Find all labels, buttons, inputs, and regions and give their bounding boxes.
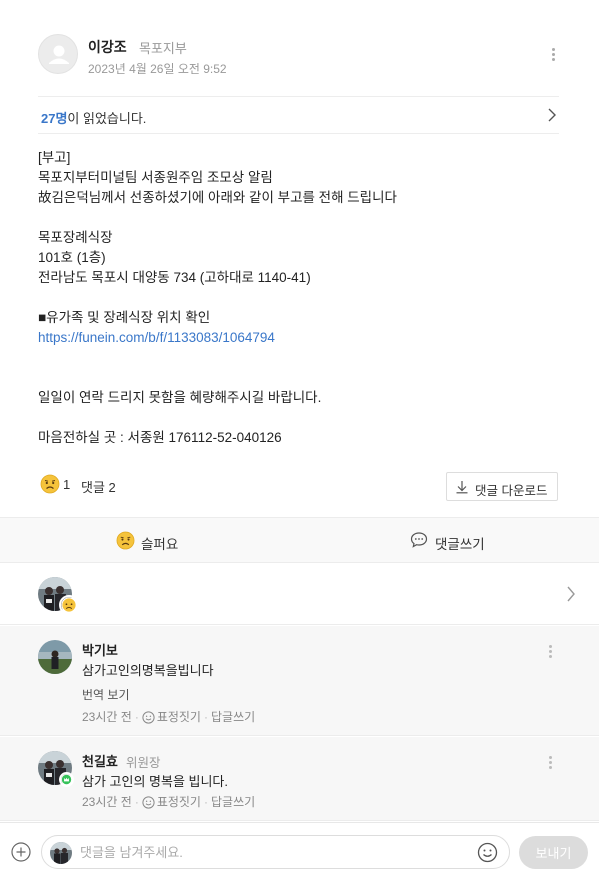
body-line: 마음전하실 곳 : 서종원 176112-52-040126 xyxy=(38,430,282,445)
comment-meta: 23시간 전 · 표정짓기 · 답글쓰기 xyxy=(82,710,256,724)
write-comment-label: 댓글쓰기 xyxy=(435,537,485,552)
send-button[interactable]: 보내기 xyxy=(519,836,588,869)
read-status-row[interactable]: 27명이 읽었습니다. xyxy=(38,96,559,134)
comment-more-button[interactable] xyxy=(546,753,556,771)
action-bar: 슬퍼요 댓글쓰기 xyxy=(0,517,599,563)
read-suffix: 이 읽었습니다. xyxy=(67,111,147,126)
author-name[interactable]: 이강조 xyxy=(88,37,127,57)
more-icon xyxy=(549,645,552,648)
comment-input-bar: 보내기 xyxy=(0,822,599,878)
comment-download-button[interactable]: 댓글 다운로드 xyxy=(446,472,558,501)
author-avatar[interactable] xyxy=(38,34,78,74)
commenter-name[interactable]: 천길효 xyxy=(82,751,118,770)
reaction-summary-row: 1 댓글 2 댓글 다운로드 xyxy=(38,472,559,502)
comment-meta: 23시간 전 · 표정짓기 · 답글쓰기 xyxy=(82,795,256,809)
post-body: [부고] 목포지부터미널팀 서종원주임 조모상 알림 故김은덕님께서 선종하셨기… xyxy=(38,148,559,448)
sad-emoji-icon xyxy=(116,531,135,550)
body-line xyxy=(38,368,559,388)
comment-time: 23시간 전 xyxy=(82,710,132,724)
body-line: 전라남도 목포시 대양동 734 (고하대로 1140-41) xyxy=(38,270,311,285)
sad-label: 슬퍼요 xyxy=(141,537,179,552)
body-line: 101호 (1층) xyxy=(38,250,106,265)
user-placeholder-icon xyxy=(49,45,69,64)
download-icon xyxy=(456,481,468,494)
chevron-right-icon xyxy=(548,108,556,122)
emotion-count[interactable]: 1 xyxy=(63,477,70,492)
sad-emoji-icon xyxy=(59,595,79,615)
comment-item: 천길효 위원장 삼가 고인의 명복을 빕니다. 23시간 전 · 표정짓기 · 답글쓰기 xyxy=(0,737,599,821)
react-comment-button[interactable]: 표정짓기 xyxy=(142,710,201,724)
more-icon xyxy=(549,756,552,759)
body-line: [부고] xyxy=(38,150,71,165)
comment-input-wrapper xyxy=(41,835,510,869)
my-avatar xyxy=(50,842,72,864)
body-line xyxy=(38,208,559,228)
commenter-name[interactable]: 박기보 xyxy=(82,640,118,659)
body-line xyxy=(38,408,559,428)
body-line: 목포장례식장 xyxy=(38,230,113,245)
plus-icon[interactable] xyxy=(11,842,31,862)
body-line: ■유가족 및 장례식장 위치 확인 xyxy=(38,310,211,325)
smile-icon xyxy=(142,796,155,809)
post-date: 2023년 4월 26일 오전 9:52 xyxy=(88,62,227,76)
comment-text: 삼가고인의명복을빕니다 xyxy=(82,663,214,678)
download-label: 댓글 다운로드 xyxy=(475,484,548,498)
read-count: 27명 xyxy=(41,111,68,126)
chevron-right-icon xyxy=(567,586,575,602)
body-line: 목포지부터미널팀 서종원주임 조모상 알림 xyxy=(38,170,273,185)
read-status-text: 27명이 읽었습니다. xyxy=(41,108,146,127)
author-group: 목포지부 xyxy=(139,41,187,56)
crown-badge-icon xyxy=(59,772,74,787)
smile-icon[interactable] xyxy=(477,842,498,863)
comment-text: 삼가 고인의 명복을 빕니다. xyxy=(82,774,229,789)
reactors-row[interactable] xyxy=(0,563,599,625)
reply-button[interactable]: 답글쓰기 xyxy=(211,710,255,724)
sad-emoji-icon[interactable] xyxy=(40,474,60,494)
commenter-avatar[interactable] xyxy=(38,640,72,674)
reply-button[interactable]: 답글쓰기 xyxy=(211,795,255,809)
body-line: 일일이 연락 드리지 못함을 혜량해주시길 바랍니다. xyxy=(38,390,322,405)
translate-link[interactable]: 번역 보기 xyxy=(82,686,130,703)
commenter-role: 위원장 xyxy=(126,756,161,770)
more-icon xyxy=(552,48,555,51)
comment-input[interactable] xyxy=(80,842,470,862)
comment-count[interactable]: 댓글 2 xyxy=(81,477,116,496)
post-header: 이강조 목포지부 2023년 4월 26일 오전 9:52 xyxy=(0,0,599,96)
body-line: 故김은덕님께서 선종하셨기에 아래와 같이 부고를 전해 드립니다 xyxy=(38,190,397,205)
post-more-button[interactable] xyxy=(546,44,562,64)
comment-more-button[interactable] xyxy=(546,642,556,660)
body-line xyxy=(38,288,559,308)
speech-bubble-icon xyxy=(410,532,428,548)
funeral-link[interactable]: https://funein.com/b/f/1133083/1064794 xyxy=(38,330,275,345)
smile-icon xyxy=(142,711,155,724)
comment-item: 박기보 삼가고인의명복을빕니다 번역 보기 23시간 전 · 표정짓기 · 답글쓰기 xyxy=(0,626,599,736)
body-line xyxy=(38,348,559,368)
react-comment-button[interactable]: 표정짓기 xyxy=(142,795,201,809)
comment-time: 23시간 전 xyxy=(82,795,132,809)
